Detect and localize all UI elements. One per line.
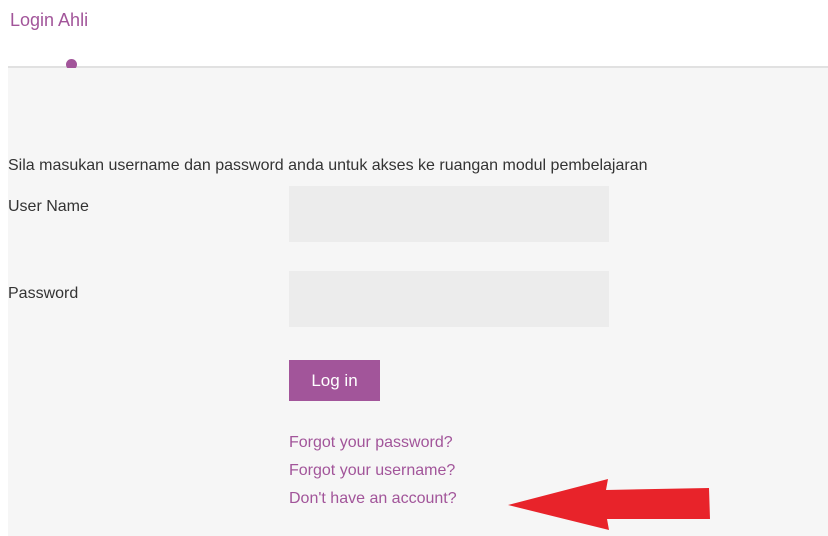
red-arrow-left-icon: [508, 479, 710, 530]
